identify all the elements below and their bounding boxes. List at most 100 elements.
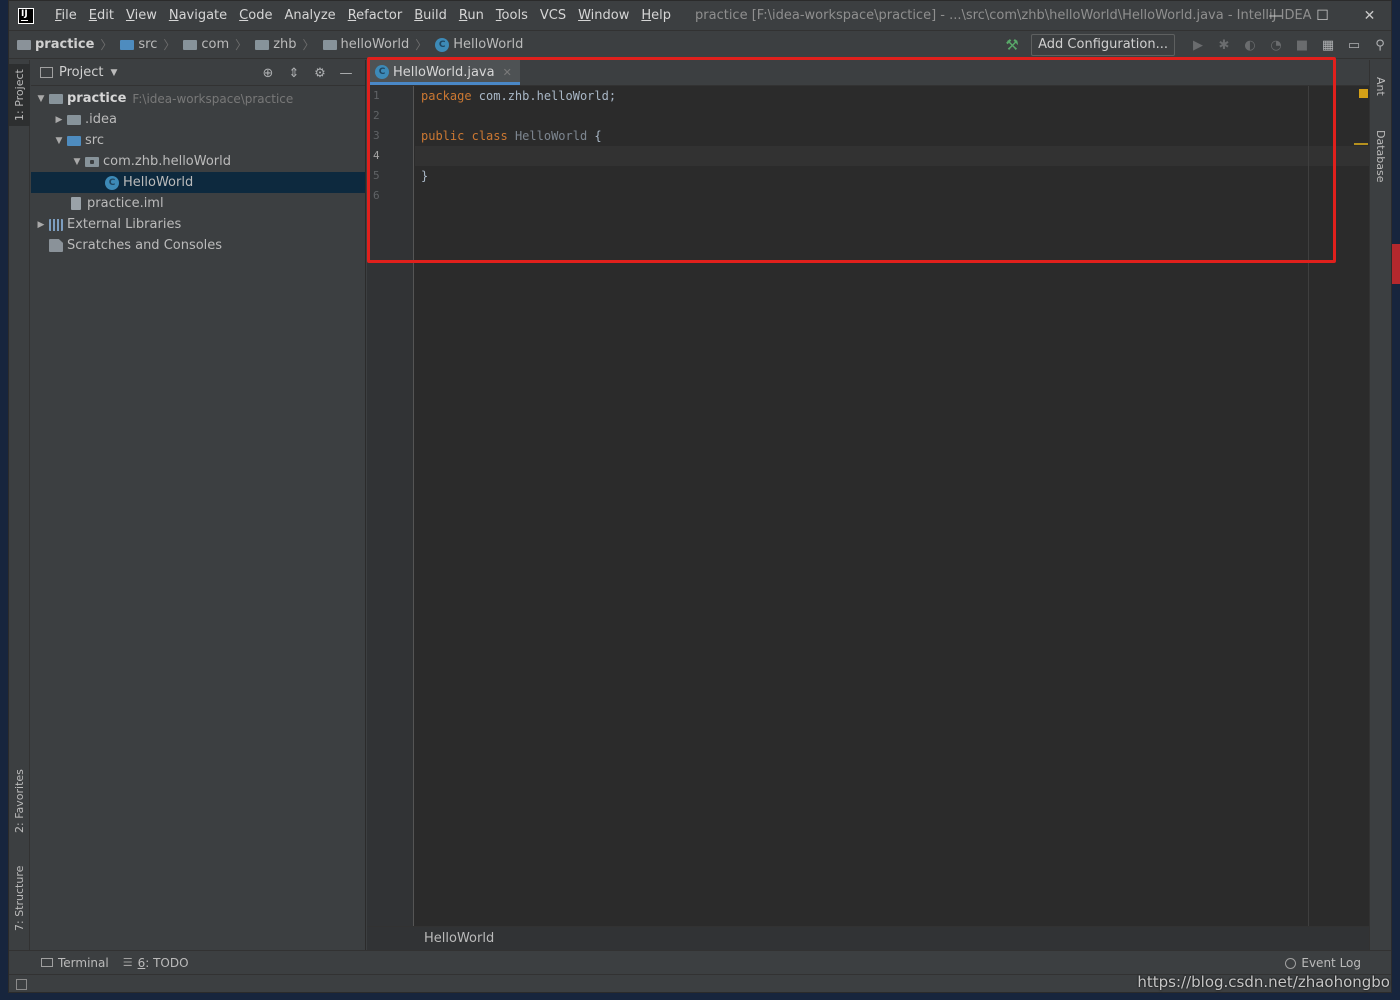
tree-item-package[interactable]: ▼ com.zhb.helloWorld [31,151,365,172]
menu-file[interactable]: File [49,1,83,31]
run-icon[interactable]: ▶ [1185,38,1211,53]
project-panel-actions: ⊕ ⇕ ⚙ — [255,60,359,86]
add-configuration-button[interactable]: Add Configuration... [1031,34,1175,56]
tree-item-scratches[interactable]: Scratches and Consoles [31,235,365,256]
menu-code[interactable]: Code [233,1,278,31]
crumb-helloworld-package[interactable]: helloWorld 〉 [322,36,427,53]
menu-help[interactable]: Help [635,1,677,31]
source-folder-icon [120,39,135,50]
tree-item-src[interactable]: ▼ src [31,130,365,151]
terminal-icon [41,958,53,967]
tree-item-helloworld[interactable]: C HelloWorld [31,172,365,193]
debug-icon[interactable]: ✱ [1211,38,1237,53]
crumb-separator-icon: 〉 [100,38,113,52]
expand-arrow-icon[interactable]: ▼ [51,136,67,146]
tree-item-practice-iml[interactable]: practice.iml [31,193,365,214]
code-line[interactable]: package com.zhb.helloWorld; [415,86,1370,106]
breadcrumb-class[interactable]: HelloWorld [424,931,494,946]
menu-analyze[interactable]: Analyze [278,1,341,31]
maximize-button[interactable]: ☐ [1299,1,1346,31]
menu-vcs[interactable]: VCS [534,1,572,31]
tree-item-external-libraries[interactable]: ▶ External Libraries [31,214,365,235]
window-title: practice [F:\idea-workspace\practice] - … [695,8,1312,23]
menu-window[interactable]: Window [572,1,635,31]
project-panel-header: Project ▼ ⊕ ⇕ ⚙ — [31,60,365,86]
folder-icon [67,114,81,125]
code-line[interactable] [415,106,1370,126]
tab-structure[interactable]: 7: Structure [9,858,30,938]
project-view-selector[interactable]: Project [59,65,103,80]
warning-stripe-marker[interactable] [1354,143,1368,145]
libraries-icon [49,218,63,231]
crumb-separator-icon: 〉 [163,38,176,52]
code-line-current[interactable] [415,146,1370,166]
menu-build[interactable]: Build [408,1,453,31]
line-number: 5 [373,169,380,182]
tree-item-practice[interactable]: ▼ practice F:\idea-workspace\practice [31,88,365,109]
tab-helloworld-java[interactable]: C HelloWorld.java ✕ [367,59,520,85]
crumb-zhb[interactable]: zhb 〉 [255,36,315,53]
code-editor[interactable]: 1 2 3 4 5 6 package com.zhb.helloWorld; … [367,86,1370,926]
crumb-src[interactable]: src 〉 [120,36,175,53]
menu-navigate[interactable]: Navigate [163,1,233,31]
module-path: F:\idea-workspace\practice [132,91,294,106]
close-window-button[interactable]: ✕ [1346,1,1391,31]
close-tab-icon[interactable]: ✕ [503,66,512,79]
class-icon: C [435,37,450,52]
tab-ant[interactable]: Ant [1370,64,1391,108]
tree-item-idea[interactable]: ▶ .idea [31,109,365,130]
profile-icon[interactable]: ◔ [1263,38,1289,53]
crumb-com[interactable]: com 〉 [183,36,247,53]
tab-favorites[interactable]: 2: Favorites [9,760,30,842]
window-controls: — ☐ ✕ [1252,1,1391,31]
menu-edit[interactable]: Edit [83,1,120,31]
line-number: 2 [373,109,380,122]
build-hammer-icon[interactable]: ⚒ [1001,36,1023,54]
expand-arrow-icon[interactable]: ▼ [69,157,85,167]
crumb-practice[interactable]: practice 〉 [17,36,112,53]
code-line[interactable]: public class HelloWorld { [415,126,1370,146]
terminal-tab[interactable]: Terminal [41,956,109,970]
run-toolbar: ⚒ Add Configuration... ▶ ✱ ◐ ◔ ■ ▦ ▭ ⚲ [1001,31,1391,59]
iml-file-icon [71,197,81,210]
tab-project[interactable]: 1: Project [9,64,30,126]
toggle-tool-windows-icon[interactable] [16,979,27,990]
todo-tab[interactable]: ☰ 6: TODO [123,956,189,970]
collapse-all-icon[interactable]: ⇕ [281,66,307,81]
menu-refactor[interactable]: Refactor [342,1,409,31]
tab-database[interactable]: Database [1370,120,1391,192]
search-icon[interactable]: ⚲ [1367,38,1391,53]
line-number: 6 [373,189,380,202]
code-line[interactable] [415,186,1370,206]
expand-arrow-icon[interactable]: ▶ [33,220,49,230]
right-tool-stripe: Ant Database [1369,60,1391,950]
chevron-down-icon[interactable]: ▼ [110,68,117,78]
event-log-tab[interactable]: Event Log [1285,951,1361,975]
menu-run[interactable]: Run [453,1,490,31]
crumb-helloworld-class[interactable]: C HelloWorld [435,37,523,52]
left-tool-stripe: 1: Project 2: Favorites 7: Structure [9,60,30,950]
intellij-logo-icon[interactable]: IJ [18,7,34,24]
expand-arrow-icon[interactable]: ▼ [33,94,49,104]
package-icon [85,156,99,167]
project-structure-icon[interactable]: ▦ [1315,38,1341,53]
ide-window: IJ File Edit View Navigate Code Analyze … [8,0,1392,993]
code-line[interactable]: } [415,166,1370,186]
module-folder-icon [49,93,63,104]
desktop-background-window [1392,244,1400,284]
code-content[interactable]: package com.zhb.helloWorld; public class… [415,86,1370,926]
minimize-button[interactable]: — [1252,1,1299,31]
menu-view[interactable]: View [120,1,163,31]
line-number: 3 [373,129,380,142]
menu-tools[interactable]: Tools [490,1,534,31]
sdk-icon[interactable]: ▭ [1341,38,1367,53]
gear-icon[interactable]: ⚙ [307,66,333,81]
hide-panel-icon[interactable]: — [333,66,359,81]
expand-arrow-icon[interactable]: ▶ [51,115,67,125]
line-number-gutter: 1 2 3 4 5 6 [367,86,414,926]
coverage-icon[interactable]: ◐ [1237,38,1263,53]
locate-file-icon[interactable]: ⊕ [255,66,281,81]
inspection-status-icon[interactable] [1359,89,1368,98]
package-folder-icon [255,39,270,50]
stop-icon[interactable]: ■ [1289,38,1315,53]
